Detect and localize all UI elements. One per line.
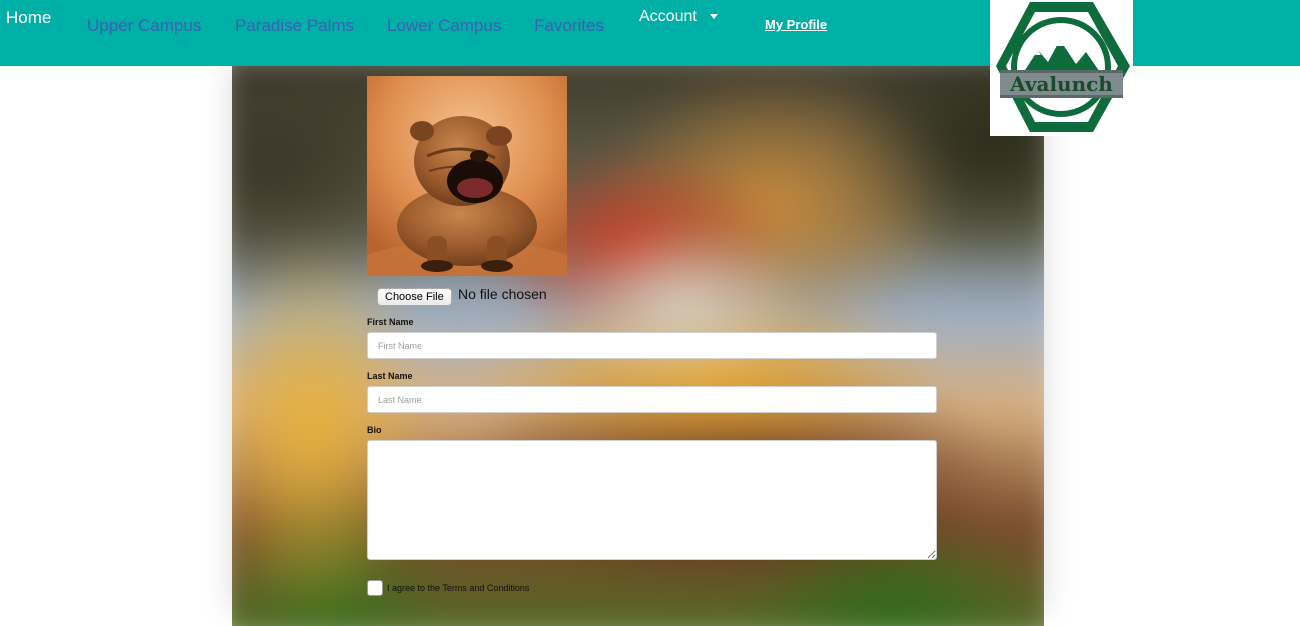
file-status-text: No file chosen	[458, 286, 547, 302]
nav-home-link[interactable]: Home	[6, 8, 51, 28]
first-name-label: First Name	[367, 317, 414, 327]
nav-favorites-link[interactable]: Favorites	[534, 16, 604, 36]
nav-paradise-palms-link[interactable]: Paradise Palms	[235, 16, 354, 36]
last-name-field[interactable]	[367, 386, 937, 413]
bio-textarea[interactable]	[367, 440, 937, 560]
first-name-field[interactable]	[367, 332, 937, 359]
terms-checkbox[interactable]	[367, 580, 383, 596]
nav-account-dropdown[interactable]: Account	[639, 8, 697, 26]
nav-lower-campus-link[interactable]: Lower Campus	[387, 16, 501, 36]
nav-upper-campus-link[interactable]: Upper Campus	[87, 16, 201, 36]
bio-label: Bio	[367, 425, 382, 435]
site-logo[interactable]: Avalunch	[990, 0, 1133, 136]
logo-text: Avalunch	[1009, 72, 1113, 96]
choose-file-button[interactable]: Choose File	[377, 288, 452, 306]
nav-my-profile-link[interactable]: My Profile	[765, 17, 827, 32]
caret-down-icon[interactable]	[710, 14, 718, 19]
puppy-photo	[367, 76, 567, 276]
terms-label: I agree to the Terms and Conditions	[387, 583, 530, 593]
last-name-label: Last Name	[367, 371, 413, 381]
mountain-hexagon-logo-icon: Avalunch	[996, 2, 1130, 132]
avatar	[367, 76, 567, 276]
